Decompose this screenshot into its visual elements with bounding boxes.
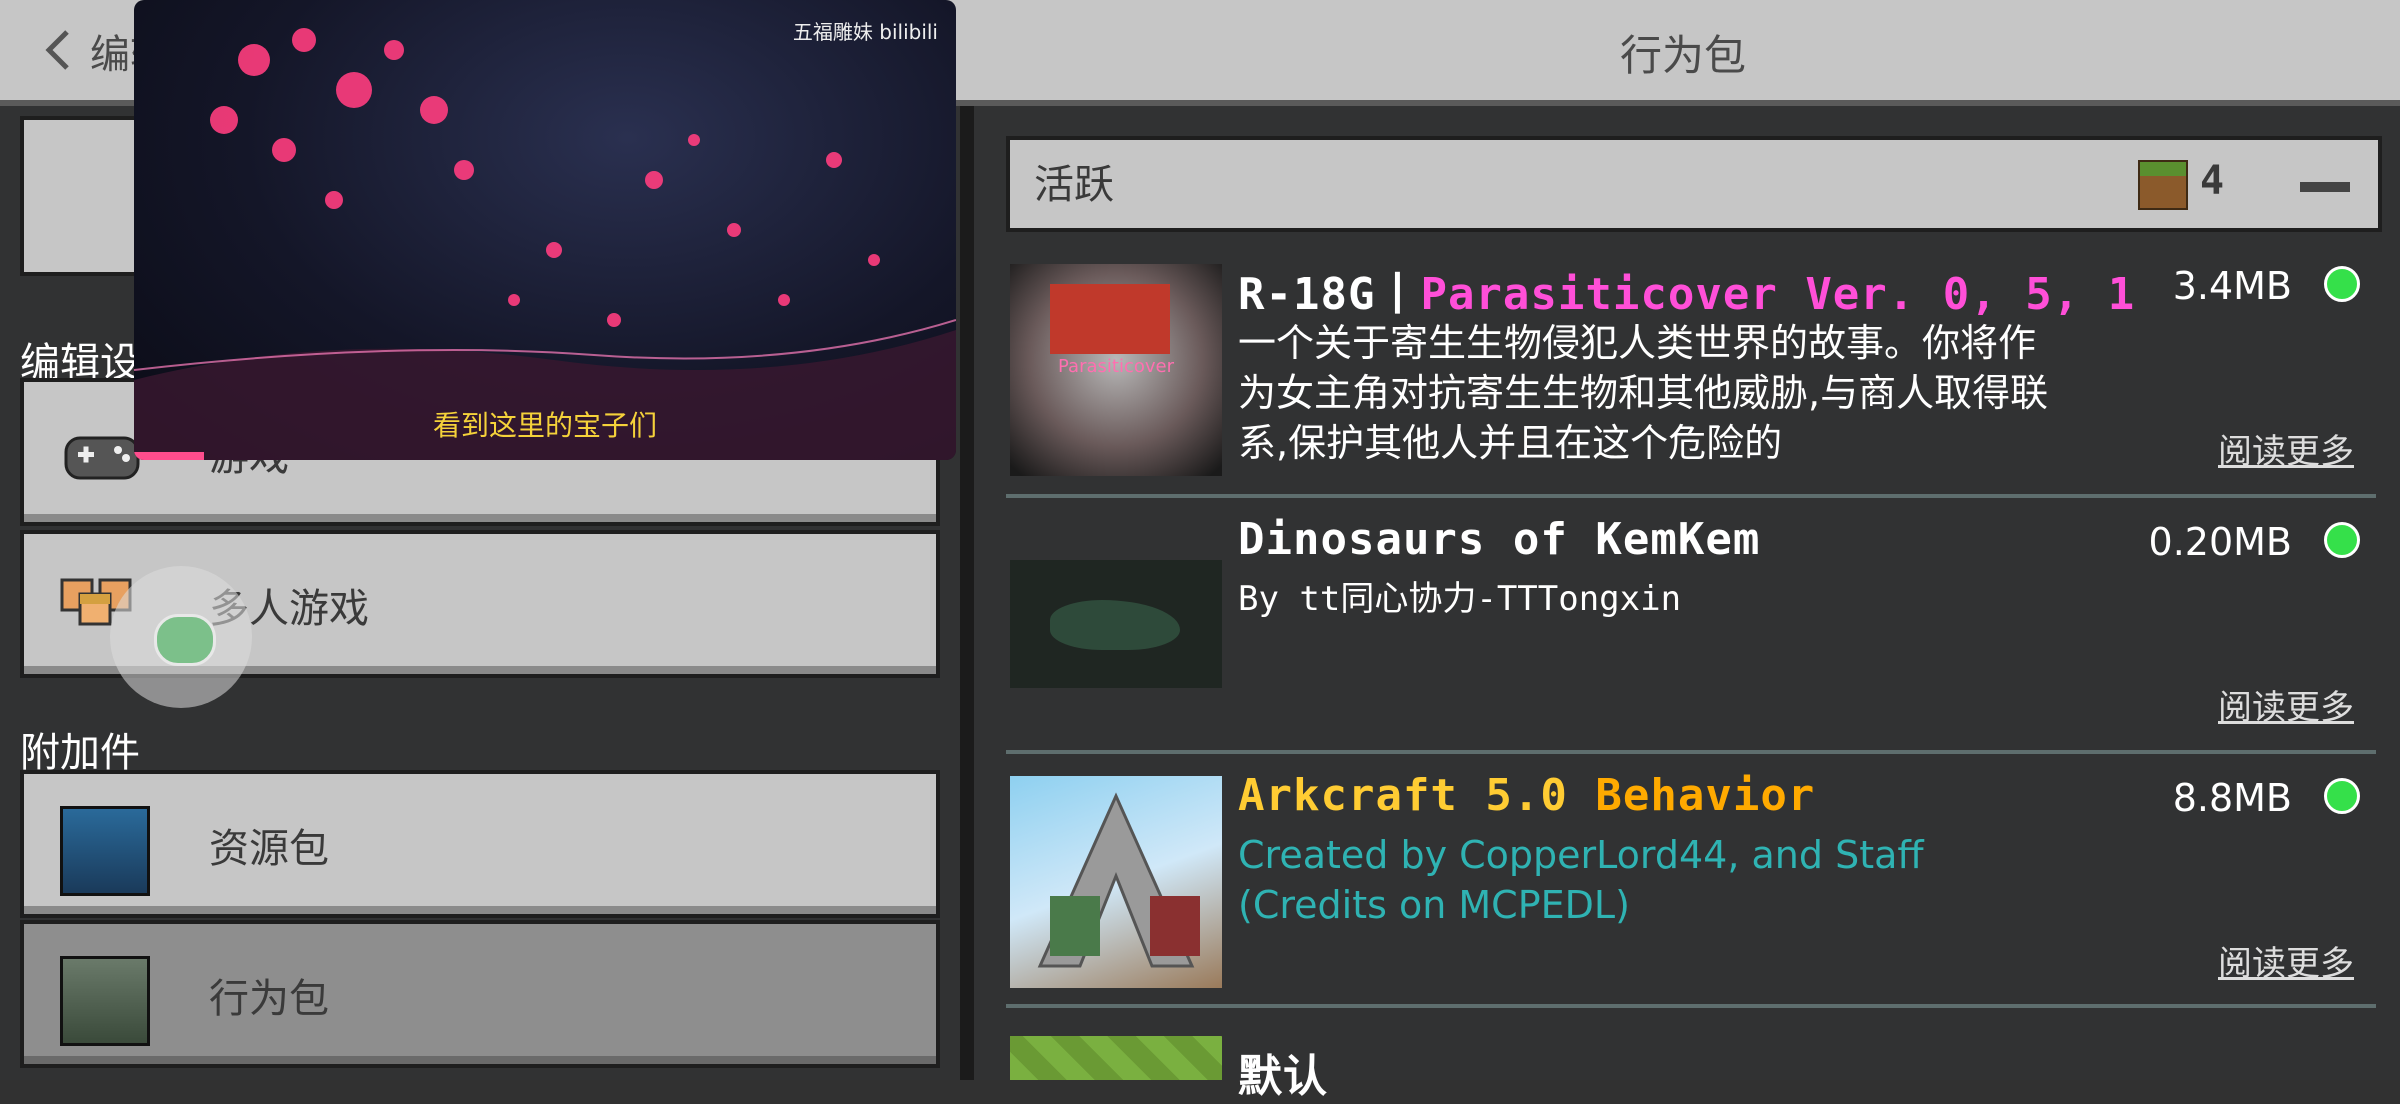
- pack-size: 8.8MB: [2172, 776, 2292, 820]
- nav-resource-packs-label: 资源包: [209, 826, 329, 872]
- nav-resource-packs-button[interactable]: 资源包: [20, 770, 940, 918]
- pack-thumbnail: [1010, 1036, 1222, 1080]
- resource-pack-icon: [60, 806, 150, 896]
- panel-divider: [960, 106, 974, 1080]
- enabled-dot-icon: [2324, 266, 2360, 302]
- video-subtitle: 看到这里的宝子们: [432, 409, 657, 442]
- pack-separator: [1006, 494, 2376, 498]
- active-section-header[interactable]: 活跃 4: [1006, 136, 2382, 232]
- read-more-link[interactable]: 阅读更多: [2218, 936, 2354, 985]
- pack-thumbnail: [1010, 560, 1222, 688]
- back-chevron-icon: [45, 30, 69, 70]
- video-progress-bar[interactable]: [134, 452, 204, 460]
- pack-name: Arkcraft 5.0 Behavior: [1238, 770, 1815, 821]
- pack-separator: [1006, 1004, 2376, 1008]
- pack-thumbnail-text: Parasiticover: [1058, 356, 1174, 377]
- controller-icon: [64, 436, 140, 480]
- pack-name-prefix: R-18G丨: [1238, 269, 1421, 320]
- active-count: 4: [2200, 158, 2225, 204]
- pack-description: Created by CopperLord44, and Staff (Cred…: [1238, 833, 1924, 927]
- active-label: 活跃: [1034, 162, 1114, 208]
- video-watermark: 五福雕妹 bilibili: [792, 20, 938, 44]
- pack-size: 0.20MB: [2148, 520, 2292, 564]
- pack-name-main: Parasiticover Ver. 0, 5, 1: [1420, 269, 2136, 320]
- nav-behavior-packs-label: 行为包: [209, 976, 329, 1022]
- enabled-dot-icon: [2324, 778, 2360, 814]
- pack-name-main: Dinosaurs of KemKem: [1238, 514, 1761, 565]
- enabled-dot-icon: [2324, 522, 2360, 558]
- nav-behavior-packs-button[interactable]: 行为包: [20, 920, 940, 1068]
- floating-assistant-button[interactable]: [110, 566, 252, 708]
- behavior-pack-icon: [60, 956, 150, 1046]
- floating-video-player[interactable]: 五福雕妹 bilibili 看到这里的宝子们: [134, 0, 956, 460]
- read-more-link[interactable]: 阅读更多: [2218, 424, 2354, 473]
- pack-item[interactable]: 默认: [1006, 1010, 2382, 1102]
- minus-icon[interactable]: [2300, 182, 2350, 192]
- pack-item[interactable]: Arkcraft 5.0 Behavior Created by CopperL…: [1006, 756, 2382, 994]
- pack-size: 3.4MB: [2172, 264, 2292, 308]
- back-button[interactable]: [28, 20, 88, 80]
- page-title: 行为包: [1620, 31, 1747, 80]
- pack-name: 默认: [1238, 1040, 1328, 1104]
- chat-bubble-icon: [154, 614, 216, 666]
- grass-block-icon: [2138, 160, 2188, 210]
- pack-separator: [1006, 750, 2376, 754]
- pack-description: By tt同心协力-TTTongxin: [1238, 579, 1682, 619]
- pack-item[interactable]: Dinosaurs of KemKem By tt同心协力-TTTongxin …: [1006, 500, 2382, 738]
- pack-thumbnail: [1010, 776, 1222, 988]
- pack-item[interactable]: Parasiticover R-18G丨Parasiticover Ver. 0…: [1006, 244, 2382, 482]
- pack-thumbnail: Parasiticover: [1010, 264, 1222, 476]
- pack-name: R-18G丨Parasiticover Ver. 0, 5, 1: [1238, 258, 2135, 322]
- pack-description: 一个关于寄生生物侵犯人类世界的故事。你将作为女主角对抗寄生生物和其他威胁,与商人…: [1238, 321, 2049, 465]
- pack-name-main: 默认: [1238, 1051, 1328, 1102]
- read-more-link[interactable]: 阅读更多: [2218, 680, 2354, 729]
- pack-name: Dinosaurs of KemKem: [1238, 514, 1760, 565]
- video-frame: [134, 28, 956, 460]
- pack-name-main: Behavior: [1595, 770, 1816, 821]
- pack-name-prefix: Arkcraft 5.0: [1238, 770, 1596, 821]
